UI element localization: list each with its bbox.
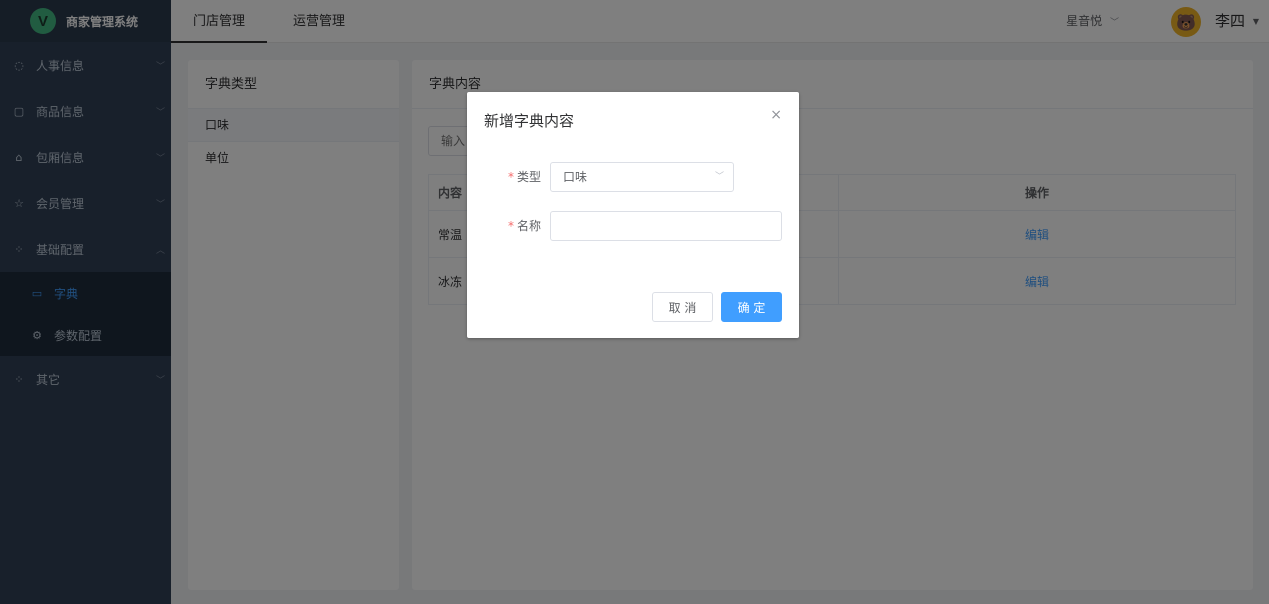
name-label: * 名称: [467, 211, 541, 241]
chevron-down-icon: ﹀: [714, 172, 724, 182]
type-label: * 类型: [467, 162, 541, 192]
type-label-text: 类型: [516, 170, 541, 184]
type-select[interactable]: 口味 ﹀: [550, 162, 734, 192]
name-input[interactable]: [550, 211, 782, 241]
add-dict-content-dialog: 新增字典内容 × * 类型 口味 ﹀ * 名称 取 消 确 定: [467, 92, 799, 338]
dialog-title: 新增字典内容: [484, 112, 575, 130]
required-mark: *: [507, 170, 514, 184]
confirm-button[interactable]: 确 定: [721, 292, 782, 322]
required-mark: *: [507, 219, 514, 233]
type-select-value: 口味: [563, 170, 588, 184]
cancel-button[interactable]: 取 消: [652, 292, 713, 322]
name-label-text: 名称: [516, 219, 541, 233]
close-icon[interactable]: ×: [770, 107, 782, 123]
